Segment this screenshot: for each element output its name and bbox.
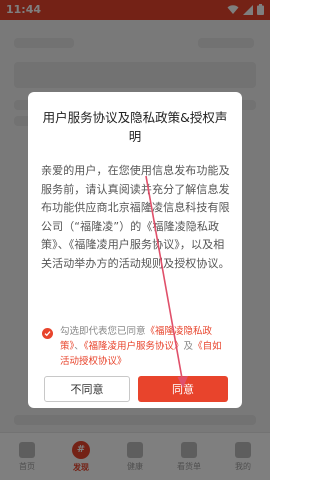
decline-button[interactable]: 不同意 — [44, 376, 130, 402]
consent-prefix: 勾选即代表您已同意 — [60, 326, 146, 337]
dialog-title: 用户服务协议及隐私政策&授权声明 — [42, 110, 228, 144]
agreement-dialog: 用户服务协议及隐私政策&授权声明 亲爱的用户，在您使用信息发布功能及服务前，请认… — [28, 92, 242, 408]
user-agreement-link[interactable]: 《福隆凌用户服务协议》 — [84, 341, 184, 352]
consent-text: 勾选即代表您已同意《福隆凌隐私政策》、《福隆凌用户服务协议》及《自如活动授权协议… — [60, 324, 230, 369]
check-icon — [44, 331, 51, 337]
consent-sep: 及 — [183, 341, 194, 352]
consent-row: 勾选即代表您已同意《福隆凌隐私政策》、《福隆凌用户服务协议》及《自如活动授权协议… — [42, 324, 232, 367]
agree-button[interactable]: 同意 — [138, 376, 228, 402]
consent-sep: 、 — [74, 341, 84, 352]
dialog-body: 亲爱的用户，在您使用信息发布功能及服务前，请认真阅读并充分了解信息发布功能供应商… — [41, 164, 230, 270]
consent-checkbox[interactable] — [42, 328, 53, 339]
